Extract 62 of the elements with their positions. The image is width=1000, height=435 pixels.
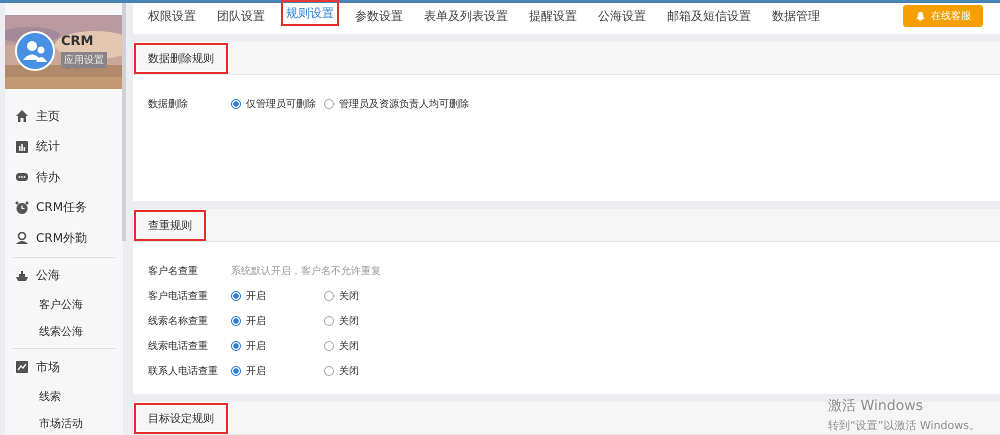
setting-label: 线索名称查重	[148, 314, 209, 328]
radio-button[interactable]	[231, 340, 241, 350]
radio-option[interactable]: 关闭	[324, 338, 417, 352]
setting-label: 客户名查重	[148, 264, 199, 278]
activation-title: 激活 Windows	[828, 397, 924, 415]
activation-message: 转到“设置”以激活 Windows。	[828, 418, 980, 433]
radio-option[interactable]: 关闭	[324, 364, 417, 378]
nav-subitem[interactable]: 线索公海	[5, 318, 123, 345]
radio-button[interactable]	[324, 290, 334, 300]
settings-tab[interactable]: 团队设置	[217, 3, 265, 34]
clock-icon	[15, 200, 29, 215]
setting-label: 线索电话查重	[148, 340, 209, 352]
avatar-icon	[15, 31, 55, 71]
settings-tab[interactable]: 表单及列表设置	[424, 3, 508, 34]
nav-subitem[interactable]: 客户公海	[5, 291, 123, 318]
radio-option[interactable]: 开启	[231, 364, 324, 378]
penguin-icon	[915, 10, 926, 22]
setting-label: 联系人电话查重	[148, 364, 219, 378]
nav-item[interactable]: CRM外勤	[5, 223, 123, 254]
radio-option[interactable]: 关闭	[324, 288, 417, 302]
nav-item[interactable]: 待办	[5, 162, 123, 192]
radio-option[interactable]: 开启	[231, 314, 324, 328]
radio-button[interactable]	[324, 98, 334, 108]
nav-item[interactable]: CRM任务	[5, 192, 123, 223]
section-title: 数据删除规则	[136, 44, 226, 72]
settings-tab[interactable]: 提醒设置	[529, 3, 577, 34]
radio-option[interactable]: 管理员及资源负责人均可删除	[324, 96, 475, 110]
settings-tab[interactable]: 邮箱及短信设置	[667, 3, 751, 34]
radio-button[interactable]	[324, 316, 334, 326]
radio-button[interactable]	[324, 340, 334, 350]
nav-item[interactable]: 主页	[5, 101, 123, 132]
ship-icon	[15, 268, 29, 283]
setting-note: 系统默认开启，客户名不允许重复	[231, 264, 381, 278]
nav-subitem[interactable]: 线索	[5, 382, 123, 410]
setting-label: 数据删除	[148, 98, 189, 110]
nav-item[interactable]: 统计	[5, 132, 123, 162]
radio-option[interactable]: 开启	[231, 288, 324, 302]
setting-label: 客户电话查重	[148, 290, 209, 302]
nav-item[interactable]: 公海	[5, 260, 123, 291]
radio-button[interactable]	[231, 316, 241, 326]
radio-option[interactable]: 关闭	[324, 314, 417, 328]
section-title: 目标设定规则	[136, 404, 226, 432]
stats-icon	[15, 140, 29, 154]
nav-item[interactable]: 市场	[5, 352, 123, 382]
home-icon	[15, 109, 29, 124]
radio-option[interactable]: 开启	[231, 338, 324, 352]
radio-button[interactable]	[231, 98, 241, 108]
app-badge: 应用设置	[61, 52, 107, 68]
settings-tab[interactable]: 公海设置	[598, 3, 646, 34]
radio-button[interactable]	[231, 290, 241, 300]
radio-option[interactable]: 仅管理员可删除	[231, 96, 324, 110]
section-title: 查重规则	[136, 212, 204, 238]
settings-tab[interactable]: 权限设置	[148, 3, 196, 34]
radio-button[interactable]	[324, 366, 334, 376]
app-name: CRM	[61, 34, 94, 49]
trend-icon	[15, 360, 29, 374]
settings-tab[interactable]: 参数设置	[355, 3, 403, 34]
radio-button[interactable]	[231, 366, 241, 376]
nav-subitem[interactable]: 市场活动	[5, 410, 123, 435]
scrollbar[interactable]	[122, 3, 126, 241]
settings-tab[interactable]: 规则设置	[283, 2, 337, 24]
settings-tab[interactable]: 数据管理	[772, 3, 820, 34]
